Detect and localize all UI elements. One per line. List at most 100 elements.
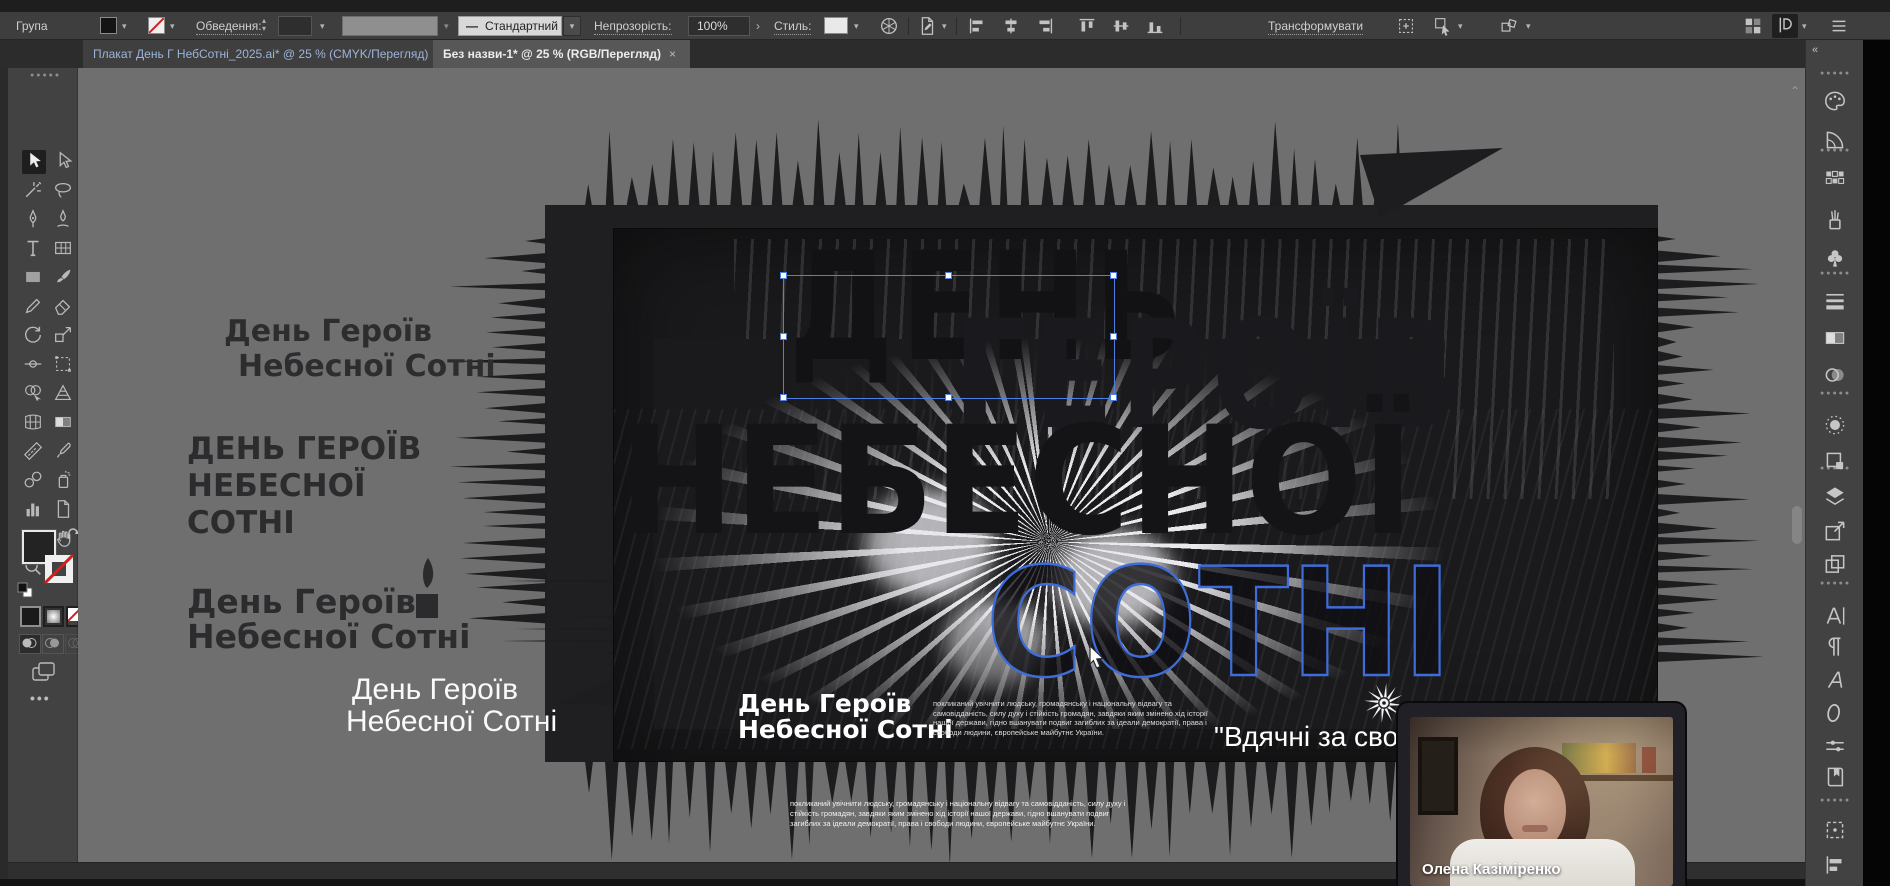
tab-document-1[interactable]: Плакат День Г НебСотні_2025.ai* @ 25 % (…: [83, 40, 433, 68]
panel-menu-icon[interactable]: [1828, 15, 1852, 39]
tool-rotate[interactable]: [22, 324, 46, 348]
candle-icon[interactable]: [408, 556, 442, 626]
tool-rectangle[interactable]: [22, 266, 46, 290]
panel-libraries-icon[interactable]: [1822, 764, 1848, 790]
opacity-menu-arrow[interactable]: ›: [756, 19, 760, 33]
align-left-icon[interactable]: [966, 15, 990, 39]
tool-type[interactable]: [22, 237, 46, 261]
tool-artboard[interactable]: [52, 498, 76, 522]
tool-symbol-sprayer[interactable]: [52, 469, 76, 493]
align-middle-vertical-icon[interactable]: [1110, 15, 1134, 39]
panel-transform-icon[interactable]: [1822, 817, 1848, 843]
stroke-weight-chevron-icon[interactable]: [320, 23, 328, 31]
tab-document-2[interactable]: Без назви-1* @ 25 % (RGB/Перегляд) ×: [433, 40, 690, 68]
selection-handle[interactable]: [945, 394, 952, 401]
tool-pencil[interactable]: [22, 295, 46, 319]
default-swatches-icon[interactable]: [17, 582, 33, 598]
tool-eyedropper[interactable]: [52, 440, 76, 464]
selection-handle[interactable]: [1110, 272, 1117, 279]
tool-shape-builder[interactable]: [22, 382, 46, 406]
panel-stroke-icon[interactable]: [1822, 288, 1848, 314]
dock-drag-dots[interactable]: ●●●●●: [1820, 580, 1851, 587]
vertical-scrollbar-thumb[interactable]: [1792, 506, 1802, 544]
fill-chevron-icon[interactable]: [122, 23, 130, 31]
graphic-style-swatch[interactable]: [824, 17, 848, 34]
isolate-mode-icon[interactable]: [1395, 15, 1419, 39]
style-label[interactable]: Стиль:: [774, 19, 811, 35]
panel-color-guide-icon[interactable]: [1822, 127, 1848, 153]
brush-definition-dropdown[interactable]: —Стандартний: [458, 16, 562, 36]
selection-handle[interactable]: [1110, 333, 1117, 340]
draw-behind-button[interactable]: [42, 634, 64, 654]
selection-handle[interactable]: [945, 272, 952, 279]
shape-mode-chevron-icon[interactable]: [1526, 23, 1534, 31]
headline-word-4[interactable]: СОТНІ: [986, 549, 1454, 699]
select-similar-icon[interactable]: [1432, 15, 1456, 39]
tool-pen[interactable]: [22, 208, 46, 232]
panel-export-icon[interactable]: [1822, 518, 1848, 544]
panel-artboards-icon[interactable]: [1822, 551, 1848, 577]
draw-normal-button[interactable]: [19, 634, 41, 654]
more-tools-button[interactable]: •••: [30, 690, 51, 708]
selection-handle[interactable]: [780, 272, 787, 279]
dock-drag-dots[interactable]: ●●●●●: [1820, 70, 1851, 77]
transform-button[interactable]: Трансформувати: [1268, 19, 1363, 35]
stroke-swatch-none[interactable]: [44, 554, 74, 584]
tool-perspective-grid[interactable]: [52, 382, 76, 406]
tool-selection[interactable]: [22, 150, 46, 174]
stroke-chevron-icon[interactable]: [170, 23, 178, 31]
text-sample-caps-heavy[interactable]: ДЕНЬ ГЕРОЇВНЕБЕСНОЇСОТНІ: [187, 431, 421, 542]
tool-gradient[interactable]: [52, 411, 76, 435]
dock-collapse-icon[interactable]: «: [1812, 44, 1816, 56]
panel-align-icon[interactable]: [1822, 852, 1848, 878]
gradient-mode-button[interactable]: [43, 606, 64, 627]
video-call-tile[interactable]: Олена Казіміренко: [1398, 703, 1685, 886]
document-setup-chevron-icon[interactable]: [942, 23, 950, 31]
tool-curvature[interactable]: [52, 208, 76, 232]
panel-appearance-icon[interactable]: [1822, 412, 1848, 438]
tool-mesh[interactable]: [22, 411, 46, 435]
tool-width-tool[interactable]: [22, 353, 46, 377]
align-right-icon[interactable]: [1034, 15, 1058, 39]
scroll-up-icon[interactable]: ⌃: [1790, 84, 1800, 98]
poster-artboard[interactable]: ДЕНЬГЕРОЇВНЕБЕСНОЇСОТНІ День ГероївНебес…: [613, 228, 1658, 762]
shape-mode-icon[interactable]: [1498, 15, 1522, 39]
panel-transparency-icon[interactable]: [1822, 362, 1848, 388]
panel-swatches-icon[interactable]: [1822, 165, 1848, 191]
stroke-color-swatch[interactable]: [148, 17, 165, 34]
panel-opentype-icon[interactable]: [1822, 700, 1848, 726]
dock-drag-dots[interactable]: ●●●●●: [1820, 270, 1851, 277]
screen-mode-button[interactable]: [32, 662, 56, 682]
workspace-switcher-button[interactable]: [1772, 14, 1798, 38]
tab-2-close-icon[interactable]: ×: [669, 47, 676, 61]
tool-rectangular-grid[interactable]: [52, 237, 76, 261]
caption-below-artboard[interactable]: покликаний увічнити людську, громадянськ…: [790, 799, 1142, 829]
stroke-weight-input[interactable]: [278, 16, 312, 36]
brush-chevron-button[interactable]: ▾: [563, 16, 581, 36]
opacity-input[interactable]: 100%: [688, 16, 750, 36]
opacity-label[interactable]: Непрозорість:: [594, 19, 672, 35]
align-top-icon[interactable]: [1076, 15, 1100, 39]
text-sample-rounded-bold[interactable]: День ГероївНебесної Сотні: [224, 314, 496, 384]
tool-direct-selection[interactable]: [52, 150, 76, 174]
tool-paintbrush[interactable]: [52, 266, 76, 290]
panel-gradient-icon[interactable]: [1822, 325, 1848, 351]
tool-free-transform[interactable]: [52, 353, 76, 377]
panel-drag-dots[interactable]: ●●●●●: [30, 72, 61, 79]
tool-scale[interactable]: [52, 324, 76, 348]
dock-drag-dots[interactable]: ●●●●●: [1820, 390, 1851, 397]
panel-layers-icon[interactable]: [1822, 483, 1848, 509]
select-similar-chevron-icon[interactable]: [1458, 23, 1466, 31]
variable-width-chevron-icon[interactable]: [444, 23, 452, 31]
color-mode-button[interactable]: [20, 606, 41, 627]
tool-blend[interactable]: [22, 469, 46, 493]
tool-eraser[interactable]: [52, 295, 76, 319]
panel-paragraph-icon[interactable]: [1822, 634, 1848, 660]
recolor-artwork-icon[interactable]: [878, 15, 902, 39]
panel-color-icon[interactable]: [1822, 88, 1848, 114]
app-grid-icon[interactable]: [1742, 15, 1766, 39]
selection-bounding-box[interactable]: [783, 275, 1115, 399]
tool-column-graph[interactable]: [22, 498, 46, 522]
document-setup-icon[interactable]: [916, 15, 940, 39]
fill-color-swatch[interactable]: [100, 17, 117, 34]
